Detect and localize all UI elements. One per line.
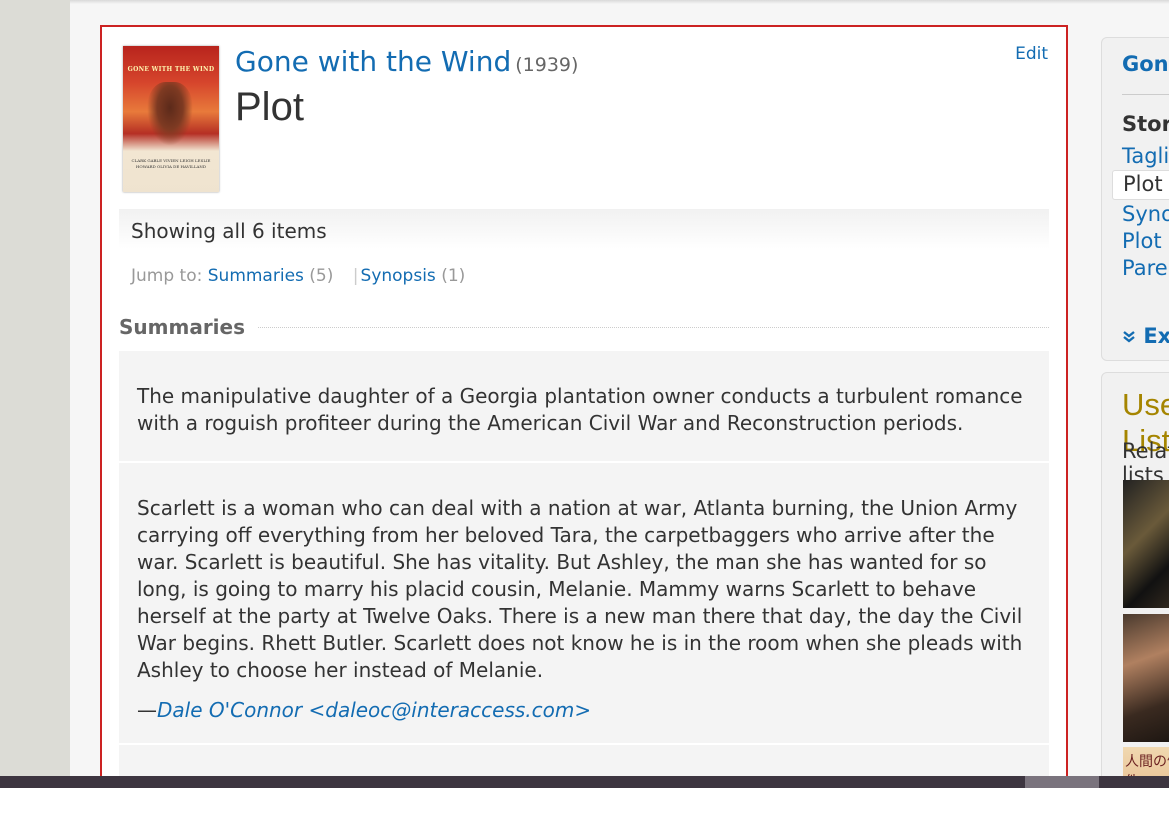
jump-synopsis-link[interactable]: Synopsis (361, 266, 436, 286)
poster-artwork (147, 82, 193, 146)
poster-credits-text: CLARK GABLE VIVIEN LEIGH LESLIE HOWARD O… (131, 158, 211, 169)
summary-text: Scarlett is a woman who can deal with a … (137, 496, 1023, 682)
jump-summaries-count: (5) (309, 266, 334, 286)
list-thumbnail[interactable] (1123, 614, 1169, 742)
author-dash: — (137, 698, 157, 722)
section-divider (119, 327, 1049, 328)
explore-more-label: Explore More (1143, 324, 1169, 348)
summary-text: The manipulative daughter of a Georgia p… (137, 384, 1023, 435)
top-shadow (70, 0, 1169, 4)
movie-title-link[interactable]: Gone with the Wind (235, 45, 511, 78)
summary-item: Scarlett is a woman who can deal with a … (119, 463, 1049, 743)
sidebar-link-parents-guide[interactable]: Parents Guide (1122, 256, 1169, 280)
showing-count: Showing all 6 items (119, 209, 1049, 249)
summaries-section-header: Summaries (119, 315, 1049, 339)
movie-poster[interactable]: GONE WITH THE WIND CLARK GABLE VIVIEN LE… (123, 46, 219, 192)
jump-separator: | (352, 266, 359, 286)
sidebar-divider (1122, 94, 1169, 95)
edit-link[interactable]: Edit (1015, 44, 1048, 64)
movie-year: (1939) (515, 54, 579, 76)
summary-item: The manipulative daughter of a Georgia p… (119, 351, 1049, 461)
sidebar-section-title: Storyline (1122, 112, 1169, 136)
sidebar-user-lists: User Lists Related lists 人間の條件 (1101, 372, 1169, 792)
sidebar-storyline: Gone with the Wind Storyline Taglines Pl… (1101, 37, 1169, 361)
double-chevron-down-icon (1123, 331, 1135, 343)
plot-summary-panel: GONE WITH THE WIND CLARK GABLE VIVIEN LE… (100, 25, 1068, 787)
horizontal-scrollbar[interactable] (0, 776, 1169, 788)
jump-synopsis-count: (1) (441, 266, 466, 286)
page-heading: Plot (235, 85, 304, 129)
sidebar-link-plot-summary[interactable]: Plot Summary (1112, 170, 1169, 200)
jump-to-label: Jump to: (131, 266, 203, 286)
sidebar-movie-title-link[interactable]: Gone with the Wind (1122, 52, 1169, 76)
summary-author-link[interactable]: Dale O'Connor <daleoc@interaccess.com> (157, 698, 591, 722)
scrollbar-thumb[interactable] (1025, 776, 1099, 788)
sidebar-explore-more[interactable]: Explore More (1122, 324, 1169, 348)
list-thumbnail[interactable] (1123, 480, 1169, 608)
summary-author: —Dale O'Connor <daleoc@interaccess.com> (137, 697, 1031, 724)
sidebar-link-taglines[interactable]: Taglines (1122, 144, 1169, 168)
sidebar-link-synopsis[interactable]: Synopsis (1122, 202, 1169, 226)
summaries-section-title: Summaries (119, 315, 258, 339)
jump-summaries-link[interactable]: Summaries (208, 266, 304, 286)
bottom-strip (0, 788, 1169, 813)
jump-to-nav: Jump to: Summaries (5) | Synopsis (1) (131, 266, 465, 286)
poster-title-text: GONE WITH THE WIND (127, 66, 215, 73)
left-gutter (0, 0, 70, 776)
title-row: Gone with the Wind (1939) (235, 45, 578, 78)
sidebar-link-plot-keywords[interactable]: Plot Keywords (1122, 229, 1169, 253)
